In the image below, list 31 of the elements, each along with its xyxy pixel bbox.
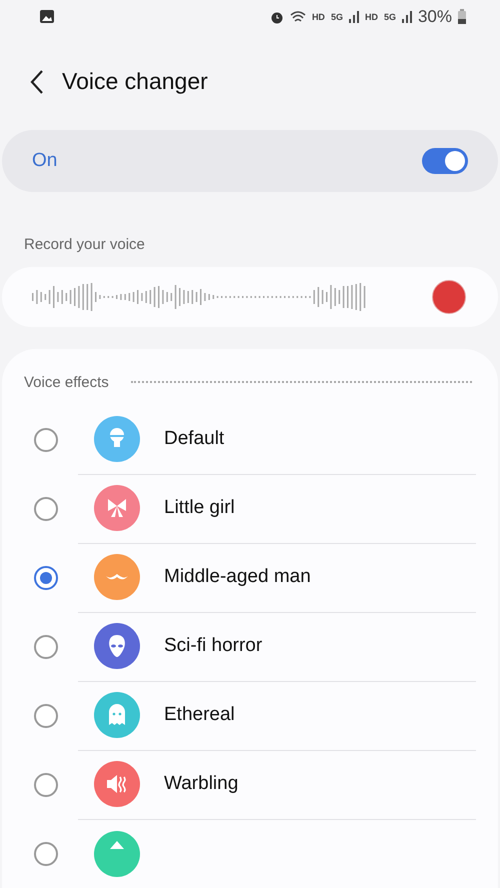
effect-name[interactable]: Warbling [164, 773, 238, 795]
effect-name[interactable]: Middle-aged man [164, 566, 311, 588]
wifi-icon [290, 10, 306, 24]
battery-percentage: 30% [418, 6, 452, 27]
signal-icon [348, 10, 359, 23]
signal-icon [402, 10, 412, 23]
section-label: Record your voice [23, 234, 146, 255]
network-label: 5G [384, 12, 396, 22]
back-button[interactable] [30, 68, 44, 95]
image-icon [40, 10, 54, 24]
radio-button[interactable] [34, 428, 58, 452]
network-label: 5G [330, 12, 343, 22]
radio-button[interactable] [34, 772, 58, 796]
toggle-switch[interactable] [422, 148, 468, 174]
battery-icon [458, 9, 466, 24]
alarm-icon [270, 10, 284, 24]
effect-name[interactable]: Little girl [164, 497, 235, 519]
network-label: HD [364, 12, 378, 22]
record-button[interactable] [432, 280, 466, 314]
radio-button[interactable] [34, 842, 58, 866]
section-title: Voice effects [24, 374, 109, 390]
radio-button[interactable] [34, 634, 58, 658]
radio-button[interactable] [34, 566, 58, 590]
radio-button[interactable] [34, 496, 58, 520]
network-label: HD [312, 12, 325, 22]
effect-name[interactable]: Ethereal [164, 704, 235, 726]
effect-name[interactable]: Default [164, 428, 224, 450]
radio-button[interactable] [34, 704, 58, 728]
effect-name[interactable]: Sci-fi horror [164, 635, 262, 657]
switch-label: On [32, 150, 58, 172]
page-title: Voice changer [62, 68, 208, 96]
